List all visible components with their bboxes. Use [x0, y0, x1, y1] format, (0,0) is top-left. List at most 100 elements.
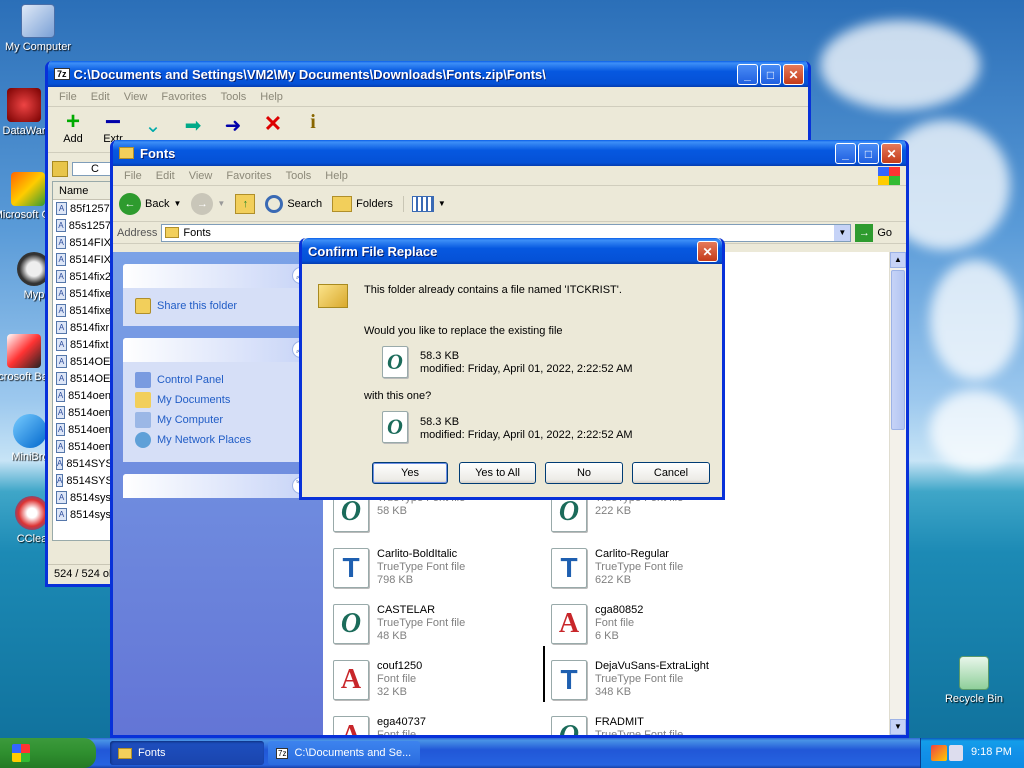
dialog-close-button[interactable]: ✕: [697, 241, 718, 262]
views-button[interactable]: ▼: [402, 195, 446, 212]
list-item[interactable]: A 8514OE: [53, 370, 111, 387]
vertical-scrollbar[interactable]: ▲ ▼: [889, 252, 906, 735]
list-item[interactable]: A 8514FIX: [53, 251, 111, 268]
zip-file-list[interactable]: Name A 85f1257 A 85s1257 A 8514FIX A 8514FIX A 85…: [52, 181, 112, 541]
start-button[interactable]: [0, 738, 96, 768]
yes-to-all-button[interactable]: Yes to All: [459, 462, 536, 484]
file-type: TrueType Font file: [595, 673, 684, 685]
scroll-up-button[interactable]: ▲: [890, 252, 906, 268]
task-fonts[interactable]: Fonts: [110, 741, 264, 765]
forward-dropdown-icon[interactable]: ▼: [217, 199, 225, 208]
minimize-button[interactable]: _: [737, 64, 758, 85]
file-item[interactable]: Acga80852 Font file 6 KB: [551, 604, 761, 644]
list-item-label: 8514fixr: [70, 321, 110, 334]
scroll-down-button[interactable]: ▼: [890, 719, 906, 735]
column-header-name[interactable]: Name: [53, 182, 111, 200]
zip-path-box[interactable]: C: [72, 162, 112, 176]
list-item[interactable]: A 8514sys: [53, 489, 111, 506]
list-item[interactable]: A 8514fixt: [53, 336, 111, 353]
file-item[interactable]: T DejaVuSans-ExtraLight TrueType Font file…: [551, 660, 761, 700]
clock[interactable]: 9:18 PM: [971, 746, 1012, 758]
list-item[interactable]: A 85f1257: [53, 200, 111, 217]
close-button[interactable]: ✕: [783, 64, 804, 85]
list-item[interactable]: A 8514SYS: [53, 455, 111, 472]
list-item[interactable]: A 8514OE: [53, 353, 111, 370]
list-item[interactable]: A 8514FIX: [53, 234, 111, 251]
7zip-app-icon: 7z: [276, 747, 289, 759]
list-item[interactable]: A 8514fix2: [53, 268, 111, 285]
up-button[interactable]: ↑: [235, 193, 256, 214]
dialog-titlebar[interactable]: Confirm File Replace ✕: [302, 238, 722, 264]
task-7zip[interactable]: 7z C:\Documents and Se...: [268, 741, 420, 765]
list-item[interactable]: A 8514oen: [53, 387, 111, 404]
font-file-icon: A: [56, 287, 67, 300]
desktop-icon-recycle-bin[interactable]: Recycle Bin: [936, 656, 1012, 705]
menu-edit[interactable]: Edit: [84, 91, 117, 103]
add-button[interactable]: + Add: [58, 107, 88, 152]
menu-help[interactable]: Help: [318, 170, 355, 182]
control-panel-link[interactable]: Control Panel: [123, 370, 313, 390]
cancel-button[interactable]: Cancel: [632, 462, 710, 484]
list-item[interactable]: A 8514fixe: [53, 302, 111, 319]
file-item[interactable]: Acouf1250 Font file 32 KB: [333, 660, 543, 700]
address-dropdown-icon[interactable]: ▼: [834, 224, 851, 241]
list-item[interactable]: A 85s1257: [53, 217, 111, 234]
desktop-icon-my-computer[interactable]: My Computer: [0, 4, 76, 53]
file-item[interactable]: O CASTELAR TrueType Font file 48 KB: [333, 604, 543, 644]
explorer-toolbar: ← Back ▼ → ▼ ↑ Search Folders ▼: [113, 186, 906, 222]
menu-file[interactable]: File: [117, 170, 149, 182]
explorer-titlebar[interactable]: Fonts _ □ ✕: [113, 140, 906, 166]
panel-header[interactable]: ︽: [123, 264, 313, 288]
list-item[interactable]: A 8514oen: [53, 438, 111, 455]
menu-favorites[interactable]: Favorites: [154, 91, 213, 103]
network-tray-icon[interactable]: [931, 745, 947, 761]
panel-header[interactable]: ︾: [123, 474, 313, 498]
menu-help[interactable]: Help: [253, 91, 290, 103]
yes-button[interactable]: Yes: [372, 462, 448, 484]
scroll-thumb[interactable]: [891, 270, 905, 430]
go-button[interactable]: → Go: [855, 223, 902, 242]
menu-view[interactable]: View: [182, 170, 220, 182]
list-item[interactable]: A 8514fixe: [53, 285, 111, 302]
file-item[interactable]: T Carlito-Regular TrueType Font file 622 KB: [551, 548, 761, 588]
share-folder-link[interactable]: Share this folder: [123, 288, 313, 318]
existing-size: 58.3 KB: [420, 350, 460, 362]
menu-file[interactable]: File: [52, 91, 84, 103]
panel-header[interactable]: ︽: [123, 338, 313, 362]
menu-edit[interactable]: Edit: [149, 170, 182, 182]
search-button[interactable]: Search: [265, 194, 322, 213]
menu-view[interactable]: View: [117, 91, 155, 103]
file-item[interactable]: O FRADMIT TrueType Font file: [551, 716, 761, 735]
up-folder-icon[interactable]: [52, 161, 68, 177]
list-item[interactable]: A 8514fixr: [53, 319, 111, 336]
minimize-button[interactable]: _: [835, 143, 856, 164]
menu-favorites[interactable]: Favorites: [219, 170, 278, 182]
list-item[interactable]: A 8514sys: [53, 506, 111, 523]
font-file-icon: A: [56, 236, 67, 249]
file-item[interactable]: Aega40737 Font file: [333, 716, 543, 735]
close-button[interactable]: ✕: [881, 143, 902, 164]
explorer-menubar: File Edit View Favorites Tools Help: [113, 166, 906, 186]
menu-tools[interactable]: Tools: [214, 91, 254, 103]
file-item[interactable]: T Carlito-BoldItalic TrueType Font file 798…: [333, 548, 543, 588]
my-network-places-link[interactable]: My Network Places: [123, 430, 313, 450]
menu-tools[interactable]: Tools: [279, 170, 319, 182]
my-computer-link[interactable]: My Computer: [123, 410, 313, 430]
folders-button[interactable]: Folders: [332, 195, 393, 212]
back-button[interactable]: ← Back ▼: [119, 192, 181, 215]
volume-tray-icon[interactable]: [949, 745, 963, 761]
list-item-label: 8514OE: [70, 355, 111, 368]
network-places-icon: [135, 432, 151, 448]
list-item[interactable]: A 8514oen: [53, 404, 111, 421]
back-dropdown-icon[interactable]: ▼: [173, 199, 181, 208]
forward-button[interactable]: → ▼: [191, 192, 225, 215]
maximize-button[interactable]: □: [760, 64, 781, 85]
replace-folder-icon: [318, 284, 348, 308]
no-button[interactable]: No: [545, 462, 623, 484]
maximize-button[interactable]: □: [858, 143, 879, 164]
my-documents-link[interactable]: My Documents: [123, 390, 313, 410]
list-item[interactable]: A 8514oen: [53, 421, 111, 438]
list-item[interactable]: A 8514SYS: [53, 472, 111, 489]
file-meta: cga80852 Font file 6 KB: [595, 604, 643, 644]
zip-titlebar[interactable]: 7z C:\Documents and Settings\VM2\My Docu…: [48, 61, 808, 87]
